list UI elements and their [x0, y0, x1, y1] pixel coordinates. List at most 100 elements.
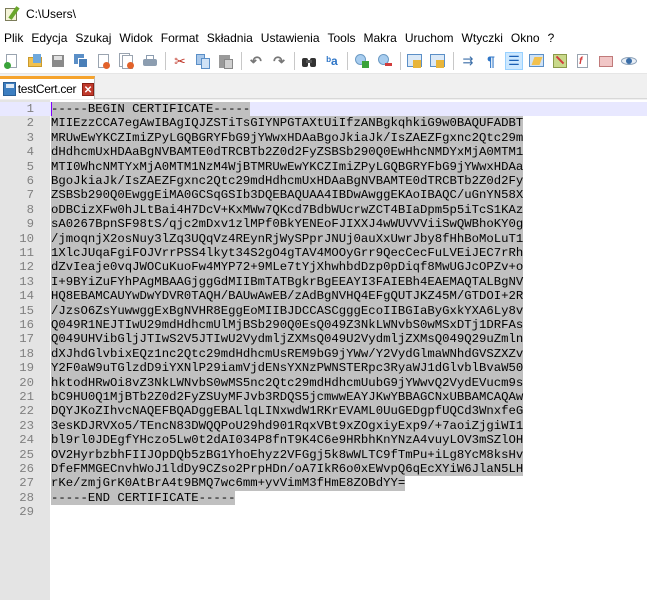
replace-button[interactable]: ᵇa	[323, 52, 341, 70]
sync-horizontal-scroll-icon	[430, 53, 446, 69]
print-button[interactable]	[141, 52, 159, 70]
line-text: DQYJKoZIhvcNAQEFBQADggEBALlqLINxwdW1RKrE…	[51, 404, 524, 419]
editor-line[interactable]: 27 rKe/zmjGrK0AtBrA4t9BMQ7wc6mm+yvVimM3fH…	[0, 476, 647, 491]
line-text: 3esKDJRVXo5/TEncN83DWQQPoU29hd901RqxVBt9…	[51, 418, 524, 434]
editor-line[interactable]: 21 bC9HU0Q1MjBTb2Z0d2FyZSUyMFJvb3RDQS5jcm…	[0, 390, 647, 405]
editor-line[interactable]: 23 3esKDJRVXo5/TEncN83DWQQPoU29hd901RqxVB…	[0, 418, 647, 434]
menu-szukaj[interactable]: Szukaj	[75, 31, 116, 45]
menu-ustawienia[interactable]: Ustawienia	[261, 31, 325, 45]
sync-horizontal-button[interactable]	[429, 52, 447, 70]
redo-icon: ↷	[273, 52, 285, 69]
editor-line[interactable]: 14 HQ8EBAMCAUYwDwYDVR0TAQH/BAUwAwEB/zAdBg…	[0, 289, 647, 304]
editor-line[interactable]: 2 MIIEzzCCA7egAwIBAgIQJZSTiTsGIYNPGTAXtUi…	[0, 116, 647, 131]
save-icon	[50, 53, 66, 69]
editor-line[interactable]: 29	[0, 505, 647, 519]
open-folder-icon	[27, 53, 43, 69]
save-all-icon	[73, 53, 89, 69]
editor-line[interactable]: 9 sA0267BpnSF98tS/qjc2mDxv1zlMPf0BkYENEoF…	[0, 217, 647, 232]
menu-tools[interactable]: Tools	[328, 31, 361, 45]
word-wrap-button[interactable]: ⇉	[459, 52, 477, 70]
line-number: 24	[19, 433, 34, 448]
menu-wtyczki[interactable]: Wtyczki	[462, 31, 508, 45]
editor-line[interactable]: 22 DQYJKoZIhvcNAQEFBQADggEBALlqLINxwdW1RK…	[0, 404, 647, 419]
function-list-button[interactable]: f	[574, 52, 592, 70]
toolbar-separator	[400, 51, 401, 70]
cut-button[interactable]: ✂	[171, 52, 189, 70]
menu-skladnia[interactable]: Składnia	[207, 31, 258, 45]
tab-bar: testCert.cer ✕	[0, 74, 647, 99]
new-file-button[interactable]	[3, 52, 21, 70]
tab-testcert[interactable]: testCert.cer ✕	[0, 76, 95, 99]
sync-vertical-button[interactable]	[406, 52, 424, 70]
menu-uruchom[interactable]: Uruchom	[405, 31, 459, 45]
editor-line[interactable]: 24 bl9rl0JDEgfYHczo5Lw0t2dAI034P8fnT9K4C6…	[0, 433, 647, 448]
line-text: MRUwEwYKCZImiZPyLGQBGRYFbG9jYWwxHDAaBgoJ…	[51, 130, 524, 146]
line-number: 25	[19, 447, 34, 462]
line-number: 18	[19, 346, 34, 361]
editor-line[interactable]: 26 DfeFMMGECnvhWoJ1ldDy9CZso2PrpHDn/oA7Ik…	[0, 462, 647, 477]
toolbar-separator	[347, 51, 348, 70]
copy-icon	[195, 53, 211, 69]
editor-line[interactable]: 3 MRUwEwYKCZImiZPyLGQBGRYFbG9jYWwxHDAaBgo…	[0, 130, 647, 146]
editor-line[interactable]: 16 Q049R1NEJTIwU29mdHdhcmUlMjBSb290Q0EsQ0…	[0, 318, 647, 333]
line-number: 5	[26, 159, 34, 174]
line-text: 1XlcJUqaFgiFOJVrrPSS4lkyt34S2gO4gTAV4MOO…	[51, 246, 524, 261]
line-number: 6	[26, 174, 34, 188]
menu-format[interactable]: Format	[161, 31, 204, 45]
editor-line[interactable]: 20 hktodHRwOi8vZ3NkLWNvbS0wMS5nc2Qtc29mdH…	[0, 375, 647, 390]
redo-button[interactable]: ↷	[270, 52, 288, 70]
line-number: 11	[19, 246, 34, 260]
editor-line[interactable]: 25 OV2HyrbzbhFIIJOpDQb5zBG1YhoEhyz2VFGgj5…	[0, 447, 647, 462]
tab-close-icon[interactable]: ✕	[82, 82, 94, 96]
save-button[interactable]	[49, 52, 67, 70]
menu-plik[interactable]: Plik	[4, 31, 28, 45]
toolbar-separator	[241, 51, 242, 70]
editor-line[interactable]: 19 Y2F0aW9uTGlzdD9iYXNlP29iamVjdENsYXNzPW…	[0, 361, 647, 376]
editor-line[interactable]: 5 MTI0WhcNMTYxMjA0MTM1NzM4WjBTMRUwEwYKCZI…	[0, 159, 647, 174]
open-file-button[interactable]	[26, 52, 44, 70]
undo-button[interactable]: ↶	[247, 52, 265, 70]
paste-button[interactable]	[217, 52, 235, 70]
editor-line[interactable]: 4 dHdhcmUxHDAaBgNVBAMTE0dTRCBTb2Z0d2FyZSB…	[0, 145, 647, 160]
editor-line[interactable]: 18 dXJhdGlvbixEQz1nc2Qtc29mdHdhcmUsREM9bG…	[0, 346, 647, 362]
document-map-button[interactable]	[551, 52, 569, 70]
editor-line[interactable]: 15/JzsO6ZsYuwwggExBgNVHR8EggEoMIIBJDCCAS…	[0, 303, 647, 318]
line-number: 28	[19, 490, 34, 505]
line-text: dZvIeaje0vqJWOCuKuoFw4MYP72+9MLe7tYjXhwh…	[51, 260, 524, 275]
show-all-characters-button[interactable]: ¶	[482, 52, 500, 70]
user-defined-language-button[interactable]	[528, 52, 546, 70]
editor-line[interactable]: 8 oDBCizXFw0hJLtBai4H7DcV+KxMWw7QKcd7BdbW…	[0, 202, 647, 218]
editor-line[interactable]: 28 -----END CERTIFICATE-----	[0, 490, 647, 506]
indent-guide-button[interactable]: ☰	[505, 51, 523, 70]
editor-line[interactable]: 7 ZSBSb290Q0EwggEiMA0GCSqGSIb3DQEBAQUAA4I…	[0, 188, 647, 203]
zoom-in-button[interactable]	[353, 52, 371, 70]
editor-line[interactable]: 13 I+9BYiZuFYhPAgMBAAGjggGdMIIBmTATBgkrBg…	[0, 274, 647, 290]
line-text: dXJhdGlvbixEQz1nc2Qtc29mdHdhcmUsREM9bG9j…	[51, 346, 524, 362]
editor[interactable]: 1 -----BEGIN CERTIFICATE----- 2 MIIEzzCCA7e…	[0, 100, 647, 600]
editor-line[interactable]: 6 BgoJkiaJk/IsZAEZFgxnc2Qtc29mdHdhcmUxHDA…	[0, 174, 647, 189]
line-number: 20	[19, 375, 34, 390]
editor-line[interactable]: 17 Q049UHVibGljJTIwS2V5JTIwU2VydmljZXMsQ0…	[0, 332, 647, 347]
folder-as-workspace-button[interactable]	[597, 52, 615, 70]
zoom-out-button[interactable]	[376, 52, 394, 70]
find-button[interactable]	[300, 52, 318, 70]
menu-edycja[interactable]: Edycja	[31, 31, 72, 45]
line-text: ZSBSb290Q0EwggEiMA0GCSqGSIb3DQEBAQUAA4IB…	[51, 188, 524, 203]
editor-line[interactable]: 1 -----BEGIN CERTIFICATE-----	[0, 102, 647, 117]
menu-help[interactable]: ?	[548, 31, 560, 45]
monitoring-button[interactable]	[620, 52, 638, 70]
editor-line[interactable]: 12 dZvIeaje0vqJWOCuKuoFw4MYP72+9MLe7tYjXh…	[0, 260, 647, 275]
tab-label: testCert.cer	[17, 82, 77, 96]
line-text: /jmoqnjX2osNuy3lZq3UQqVz4REynRjWySPprJNU…	[51, 231, 524, 246]
zoom-in-icon	[354, 53, 370, 69]
close-button[interactable]	[95, 52, 113, 70]
menu-makra[interactable]: Makra	[364, 31, 402, 45]
save-all-button[interactable]	[72, 52, 90, 70]
menu-okno[interactable]: Okno	[511, 31, 545, 45]
close-all-button[interactable]	[118, 52, 136, 70]
menu-widok[interactable]: Widok	[119, 31, 157, 45]
editor-line[interactable]: 10/jmoqnjX2osNuy3lZq3UQqVz4REynRjWySPprJ…	[0, 231, 647, 246]
editor-line[interactable]: 11 1XlcJUqaFgiFOJVrrPSS4lkyt34S2gO4gTAV4M…	[0, 246, 647, 261]
copy-button[interactable]	[194, 52, 212, 70]
line-number: 26	[19, 462, 34, 476]
